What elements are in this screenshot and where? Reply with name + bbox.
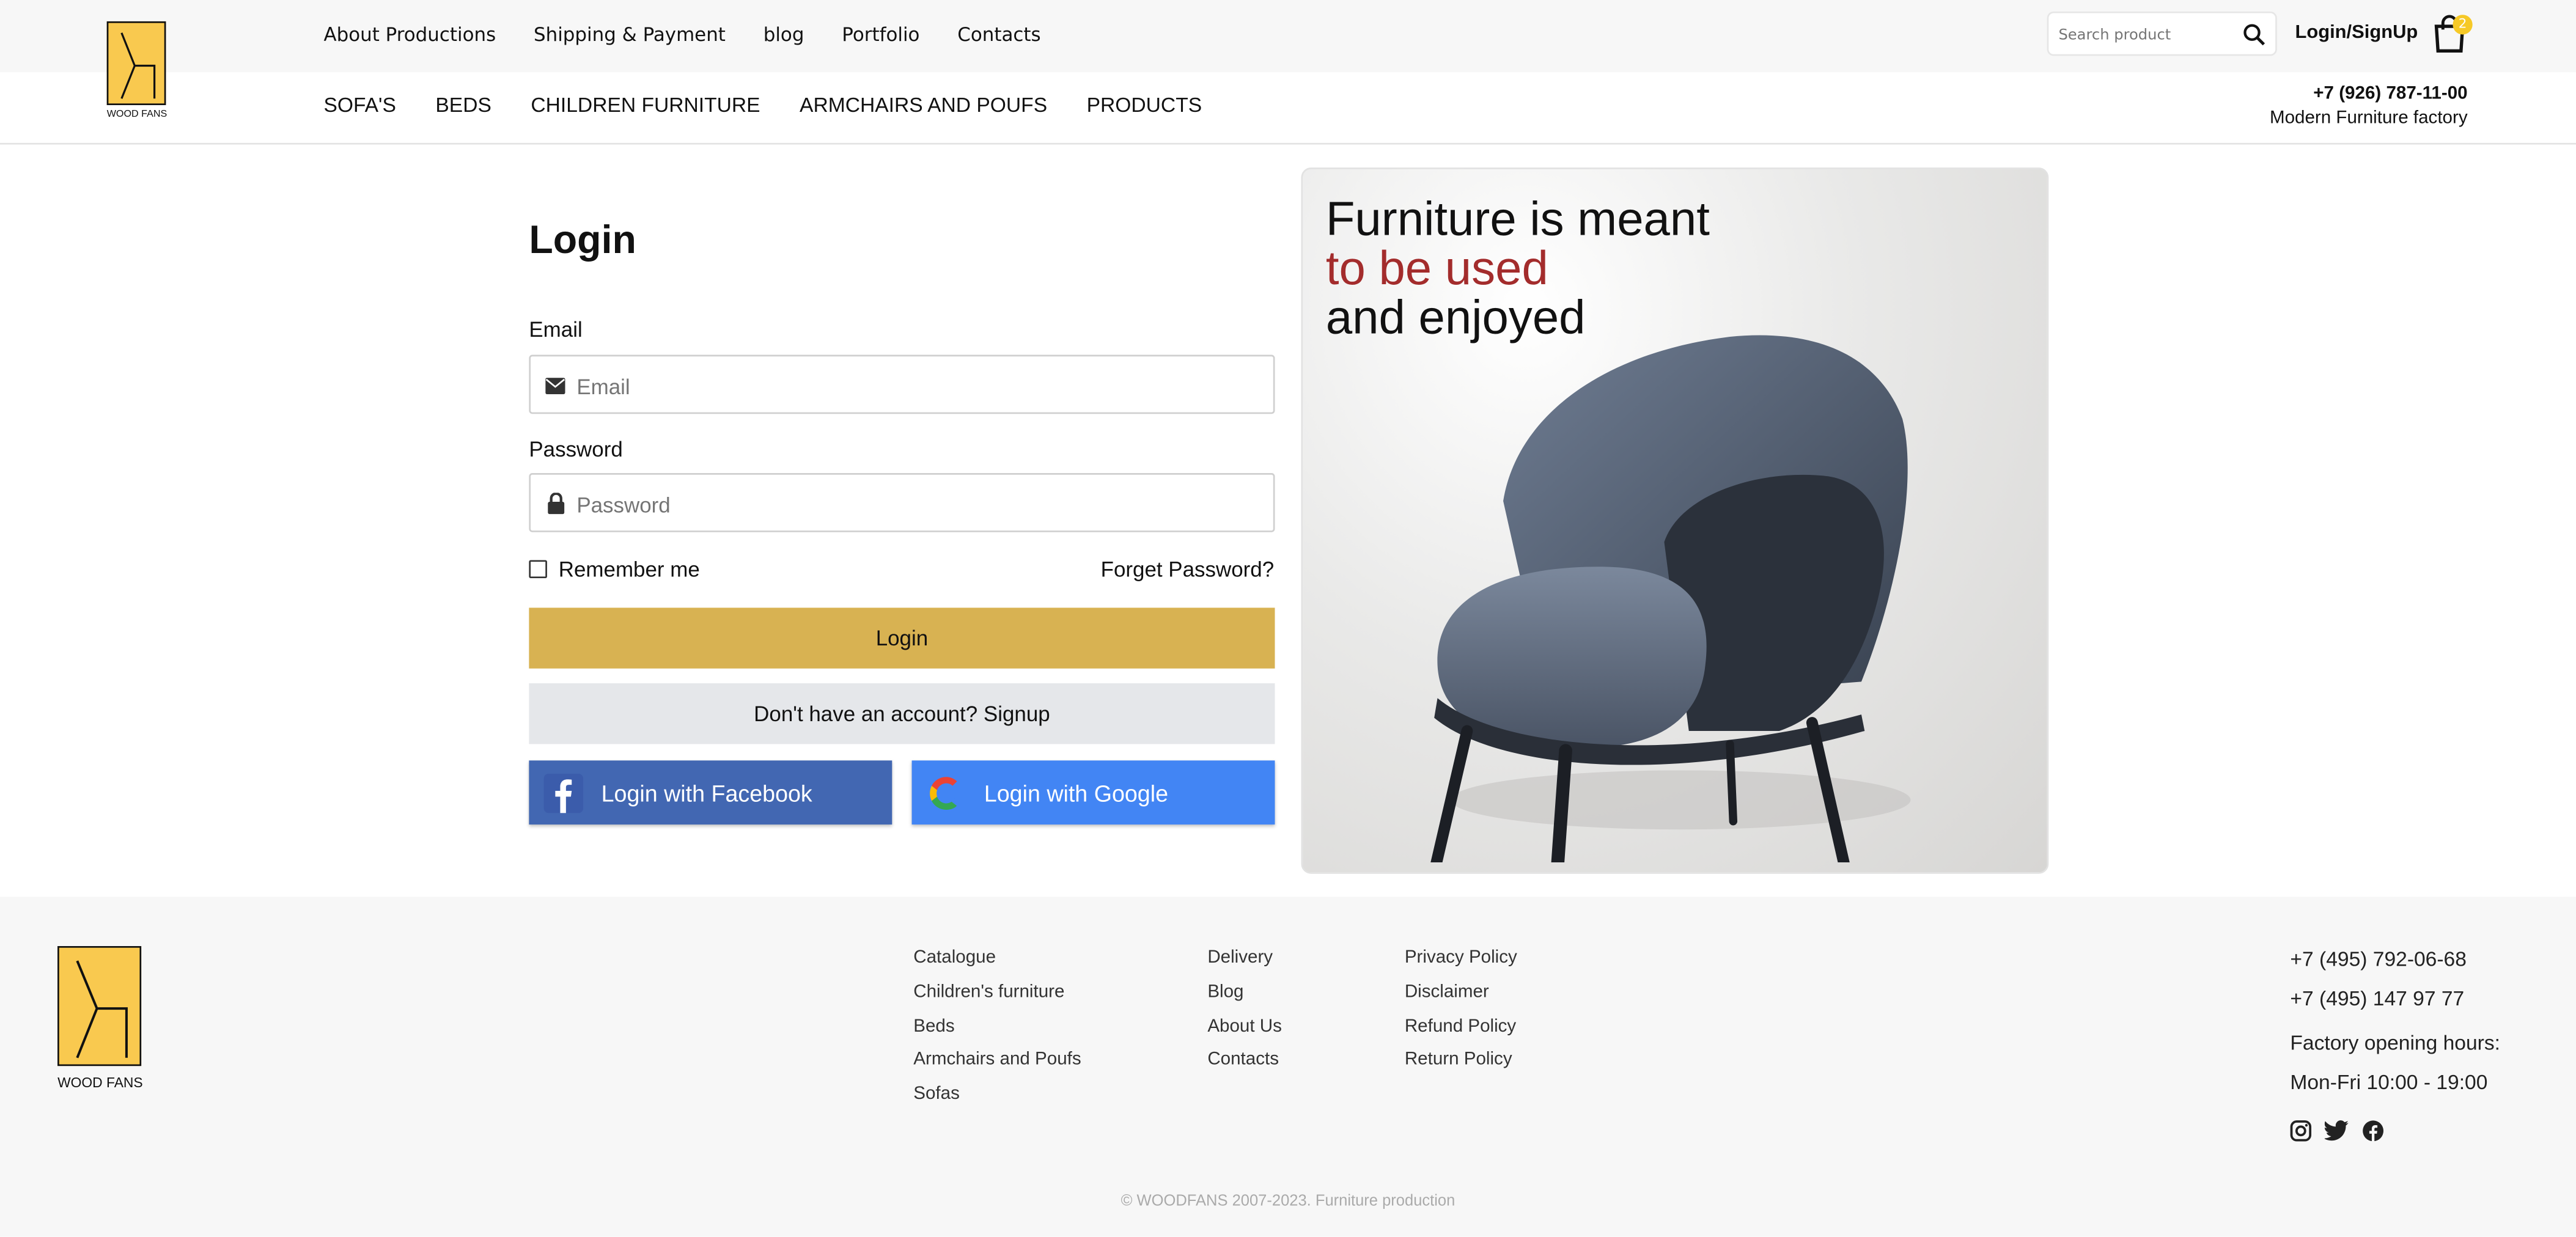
- hero-line-1: Furniture is meant: [1325, 194, 1710, 247]
- category-sofas[interactable]: SOFA'S: [323, 94, 396, 117]
- facebook-logo-icon: [542, 771, 585, 814]
- password-field-wrapper: [529, 473, 1275, 532]
- facebook-icon[interactable]: [2363, 1120, 2384, 1142]
- footer-hours: Mon-Fri 10:00 - 19:00: [2290, 1071, 2488, 1094]
- hero-line-2: to be used: [1325, 243, 1548, 296]
- logo-mark: [106, 21, 166, 105]
- footer-link[interactable]: Sofas: [913, 1084, 1081, 1118]
- header-phone[interactable]: +7 (926) 787-11-00: [2313, 84, 2467, 103]
- footer-phone-2[interactable]: +7 (495) 147 97 77: [2290, 987, 2464, 1010]
- footer-link[interactable]: Return Policy: [1405, 1050, 1517, 1084]
- footer-link[interactable]: Catalogue: [913, 948, 1081, 982]
- password-field[interactable]: [573, 488, 1254, 523]
- search-input[interactable]: [2055, 20, 2243, 51]
- nav-about[interactable]: About Productions: [323, 23, 496, 46]
- footer-link[interactable]: Beds: [913, 1016, 1081, 1050]
- email-field[interactable]: [573, 369, 1254, 405]
- footer-link[interactable]: Privacy Policy: [1405, 948, 1517, 982]
- top-nav: About Productions Shipping & Payment blo…: [323, 23, 1078, 46]
- forgot-password-link[interactable]: Forget Password?: [1101, 557, 1275, 581]
- google-login-label: Login with Google: [984, 779, 1169, 806]
- login-title: Login: [529, 218, 636, 263]
- nav-portfolio[interactable]: Portfolio: [842, 23, 919, 46]
- nav-contacts[interactable]: Contacts: [957, 23, 1040, 46]
- login-button[interactable]: Login: [529, 607, 1275, 669]
- footer-link[interactable]: Contacts: [1207, 1050, 1282, 1084]
- search-icon[interactable]: [2242, 23, 2265, 46]
- chair-logo-icon: [76, 960, 128, 1059]
- category-nav: SOFA'S BEDS CHILDREN FURNITURE ARMCHAIRS…: [323, 94, 1241, 117]
- login-signup-link[interactable]: Login/SignUp: [2295, 23, 2418, 43]
- footer-logo-mark: [57, 946, 142, 1066]
- footer-phone-1[interactable]: +7 (495) 792-06-68: [2290, 948, 2467, 971]
- footer-logo[interactable]: WOOD FANS: [57, 946, 150, 1094]
- email-label: Email: [529, 317, 583, 342]
- footer: [0, 897, 2576, 1237]
- google-login-button[interactable]: Login with Google: [911, 760, 1275, 825]
- category-products[interactable]: PRODUCTS: [1087, 94, 1202, 117]
- footer-column-policy: Privacy Policy Disclaimer Refund Policy …: [1405, 948, 1517, 1085]
- footer-link[interactable]: Refund Policy: [1405, 1016, 1517, 1050]
- envelope-icon: [545, 378, 565, 394]
- hero-image: Furniture is meant to be used and enjoye…: [1301, 167, 2049, 874]
- facebook-login-button[interactable]: Login with Facebook: [529, 760, 892, 825]
- footer-column-info: Delivery Blog About Us Contacts: [1207, 948, 1282, 1085]
- footer-link[interactable]: Disclaimer: [1405, 982, 1517, 1016]
- footer-logo-text: WOOD FANS: [57, 1074, 143, 1091]
- nav-shipping[interactable]: Shipping & Payment: [534, 23, 726, 46]
- password-label: Password: [529, 436, 623, 462]
- category-beds[interactable]: BEDS: [435, 94, 491, 117]
- social-links: [2290, 1120, 2384, 1142]
- email-field-wrapper: [529, 354, 1275, 414]
- footer-column-catalogue: Catalogue Children's furniture Beds Armc…: [913, 948, 1081, 1118]
- cart-count-badge: 2: [2453, 15, 2473, 35]
- category-children[interactable]: CHILDREN FURNITURE: [531, 94, 760, 117]
- footer-hours-title: Factory opening hours:: [2290, 1031, 2500, 1055]
- logo-text: WOOD FANS: [106, 110, 167, 120]
- category-armchairs[interactable]: ARMCHAIRS AND POUFS: [800, 94, 1047, 117]
- page-root: WOOD FANS About Productions Shipping & P…: [0, 0, 2576, 1237]
- nav-blog[interactable]: blog: [764, 23, 804, 46]
- header-tagline: Modern Furniture factory: [2269, 108, 2468, 128]
- google-logo-icon: [925, 771, 968, 814]
- search-box: [2047, 11, 2277, 56]
- twitter-icon[interactable]: [2324, 1120, 2349, 1142]
- footer-link[interactable]: Armchairs and Poufs: [913, 1050, 1081, 1084]
- footer-link[interactable]: Children's furniture: [913, 982, 1081, 1016]
- lock-icon: [548, 493, 565, 515]
- signup-button[interactable]: Don't have an account? Signup: [529, 683, 1275, 744]
- instagram-icon[interactable]: [2290, 1120, 2312, 1142]
- copyright: © WOODFANS 2007-2023. Furniture producti…: [1121, 1192, 1455, 1211]
- footer-link[interactable]: Delivery: [1207, 948, 1282, 982]
- cart-button[interactable]: 2: [2433, 15, 2473, 54]
- remember-checkbox[interactable]: [529, 560, 547, 578]
- footer-link[interactable]: Blog: [1207, 982, 1282, 1016]
- facebook-login-label: Login with Facebook: [601, 779, 812, 806]
- chair-logo-icon: [120, 32, 156, 99]
- remember-me: Remember me: [529, 557, 700, 581]
- armchair-illustration: [1430, 335, 1911, 862]
- footer-link[interactable]: About Us: [1207, 1016, 1282, 1050]
- remember-label[interactable]: Remember me: [559, 557, 700, 581]
- site-logo[interactable]: WOOD FANS: [106, 21, 167, 123]
